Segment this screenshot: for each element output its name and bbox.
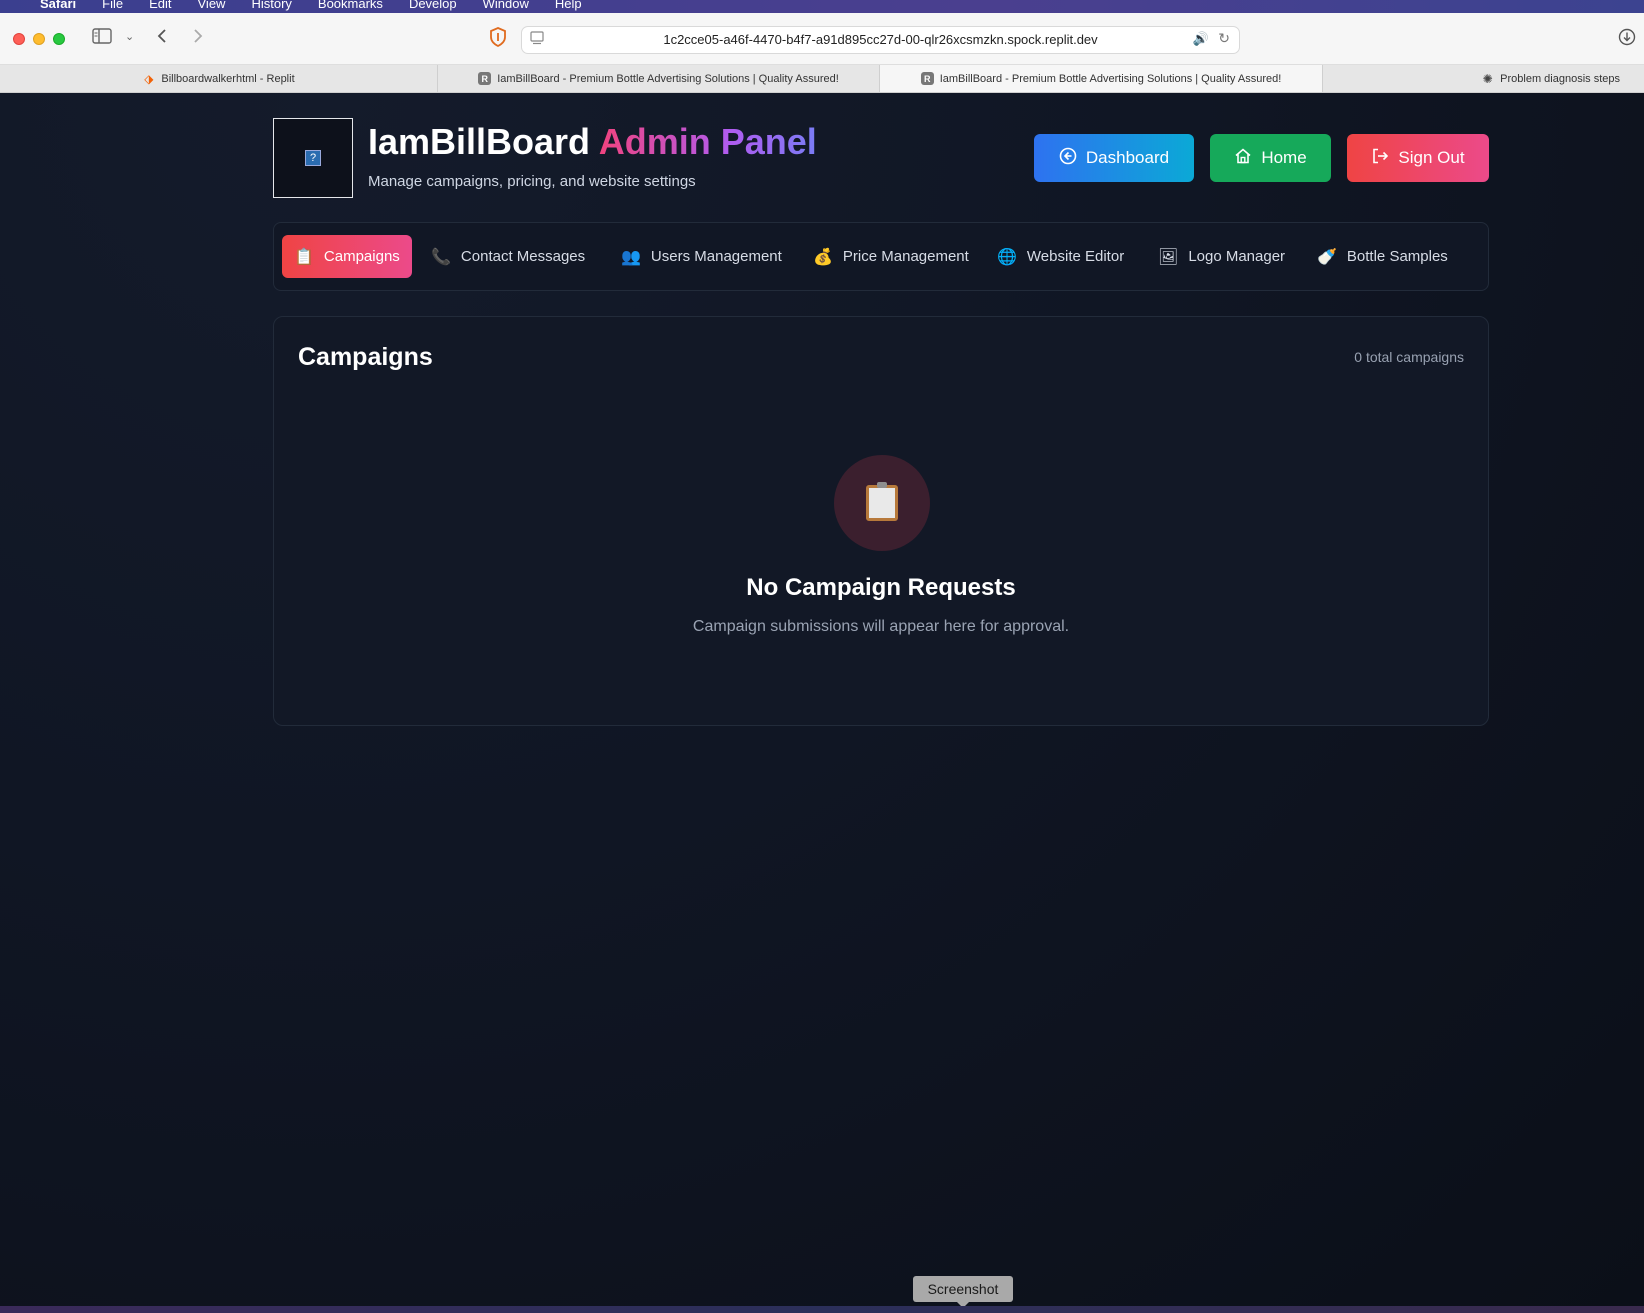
chevron-down-icon[interactable]: ⌄	[125, 30, 134, 43]
favicon-r-icon: R	[478, 72, 492, 85]
tab-website-editor[interactable]: 🌐 Website Editor	[985, 235, 1136, 278]
home-icon	[1234, 147, 1252, 170]
tab-label: Price Management	[842, 248, 969, 265]
speaker-icon[interactable]: 🔊	[1193, 31, 1209, 47]
tab-label: Users Management	[650, 248, 782, 265]
tab-label: Logo Manager	[1188, 248, 1286, 265]
section-title: Campaigns	[298, 343, 433, 371]
page-title: IamBillBoard Admin Panel	[368, 121, 817, 163]
tab-title: Billboardwalkerhtml - Replit	[161, 72, 295, 85]
menu-edit[interactable]: Edit	[149, 0, 171, 10]
menu-app-name[interactable]: Safari	[40, 0, 76, 10]
browser-tab-replit[interactable]: ⬗ Billboardwalkerhtml - Replit	[0, 65, 438, 92]
forward-icon[interactable]	[192, 28, 204, 49]
browser-tab-iambillboard[interactable]: R IamBillBoard - Premium Bottle Advertis…	[438, 65, 880, 92]
tab-label: Website Editor	[1026, 248, 1125, 265]
logo-image: ?	[273, 118, 353, 198]
browser-tab-iambillboard-active[interactable]: R IamBillBoard - Premium Bottle Advertis…	[880, 65, 1323, 92]
page-subtitle: Manage campaigns, pricing, and website s…	[368, 173, 696, 190]
tab-label: Campaigns	[323, 248, 400, 265]
tab-title: IamBillBoard - Premium Bottle Advertisin…	[939, 72, 1282, 85]
bottle-icon: 🍼	[1317, 248, 1337, 266]
sign-out-icon	[1371, 147, 1389, 170]
desktop-dock-strip	[0, 1306, 1644, 1313]
tab-logo-manager[interactable]: 🖼 Logo Manager	[1146, 235, 1297, 278]
screenshot-tooltip: Screenshot	[913, 1276, 1013, 1308]
picture-icon: 🖼	[1158, 248, 1179, 266]
phone-icon: 📞	[431, 248, 451, 266]
address-bar[interactable]: 1c2cce05-a46f-4470-b4f7-a91d895cc27d-00-…	[521, 26, 1240, 54]
url-text: 1c2cce05-a46f-4470-b4f7-a91d895cc27d-00-…	[663, 32, 1098, 47]
tab-bottle-samples[interactable]: 🍼 Bottle Samples	[1305, 235, 1460, 278]
campaigns-panel: Campaigns 0 total campaigns No Campaign …	[273, 316, 1489, 726]
back-icon[interactable]	[156, 28, 168, 49]
tab-title: Problem diagnosis steps	[1500, 72, 1620, 85]
favicon-r-icon: R	[920, 72, 934, 85]
apple-icon[interactable]	[6, 0, 20, 13]
clipboard-icon: 📋	[294, 248, 314, 266]
menu-history[interactable]: History	[251, 0, 291, 10]
shield-icon[interactable]	[489, 27, 507, 52]
brand-name: IamBillBoard	[368, 121, 591, 162]
sidebar-toggle-icon[interactable]	[92, 28, 112, 49]
home-button[interactable]: Home	[1210, 134, 1331, 182]
tab-contact-messages[interactable]: 📞 Contact Messages	[419, 235, 597, 278]
dashboard-label: Dashboard	[1085, 148, 1170, 167]
close-window-button[interactable]	[13, 33, 25, 45]
tab-label: Contact Messages	[460, 248, 586, 265]
browser-toolbar: ⌄ 1c2cce05-a46f-4470-b4f7-a91d895cc27d-0…	[0, 13, 1644, 65]
macos-menu-bar: Safari File Edit View History Bookmarks …	[0, 0, 1644, 13]
chatgpt-icon: ✺	[1482, 71, 1493, 86]
browser-tab-chatgpt[interactable]: ✺ Problem diagnosis steps	[1323, 65, 1644, 92]
globe-icon: 🌐	[997, 248, 1017, 266]
empty-state-title: No Campaign Requests	[746, 574, 1016, 601]
tab-campaigns[interactable]: 📋 Campaigns	[282, 235, 412, 278]
empty-state-subtitle: Campaign submissions will appear here fo…	[692, 618, 1070, 635]
clipboard-icon	[866, 482, 898, 521]
brand-accent: Admin Panel	[598, 121, 817, 162]
tab-price-management[interactable]: 💰 Price Management	[801, 235, 981, 278]
menu-develop[interactable]: Develop	[409, 0, 457, 10]
campaign-count: 0 total campaigns	[1354, 349, 1464, 365]
empty-state-badge	[834, 455, 930, 551]
broken-image-icon: ?	[305, 150, 321, 166]
downloads-icon[interactable]	[1618, 28, 1636, 51]
home-label: Home	[1261, 148, 1307, 167]
admin-nav-tabs: 📋 Campaigns 📞 Contact Messages 👥 Users M…	[273, 222, 1489, 291]
sign-out-button[interactable]: Sign Out	[1347, 134, 1489, 182]
menu-file[interactable]: File	[102, 0, 123, 10]
replit-icon: ⬗	[144, 71, 154, 86]
zoom-window-button[interactable]	[53, 33, 65, 45]
tab-label: Bottle Samples	[1346, 248, 1448, 265]
users-icon: 👥	[621, 248, 641, 266]
dashboard-button[interactable]: Dashboard	[1034, 134, 1194, 182]
menu-view[interactable]: View	[198, 0, 226, 10]
minimize-window-button[interactable]	[33, 33, 45, 45]
menu-help[interactable]: Help	[555, 0, 582, 10]
menu-bookmarks[interactable]: Bookmarks	[318, 0, 383, 10]
tab-title: IamBillBoard - Premium Bottle Advertisin…	[497, 72, 839, 85]
money-bag-icon: 💰	[813, 248, 833, 266]
arrow-left-circle-icon	[1059, 147, 1077, 170]
menu-window[interactable]: Window	[483, 0, 529, 10]
admin-page: ? IamBillBoard Admin Panel Manage campai…	[0, 93, 1644, 1313]
reload-icon[interactable]: ↻	[1218, 30, 1230, 47]
tab-users-management[interactable]: 👥 Users Management	[609, 235, 794, 278]
sign-out-label: Sign Out	[1398, 148, 1465, 167]
tab-bar: ⬗ Billboardwalkerhtml - Replit R IamBill…	[0, 65, 1644, 93]
